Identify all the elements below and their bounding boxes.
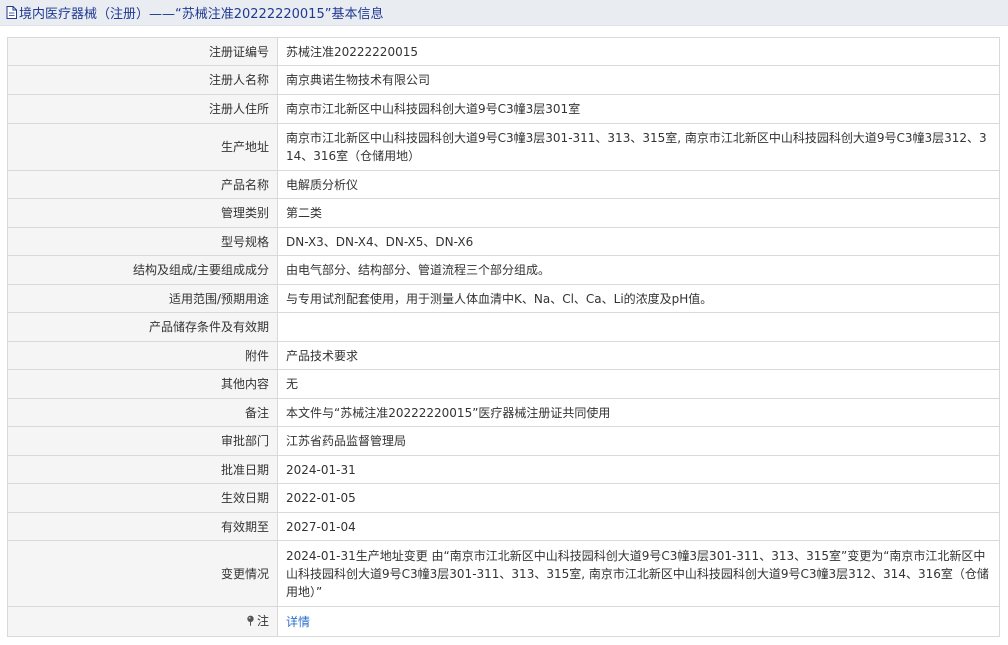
table-row: 注册人住所 南京市江北新区中山科技园科创大道9号C3幢3层301室 (7, 94, 1000, 124)
row-value: 2024-01-31生产地址变更 由“南京市江北新区中山科技园科创大道9号C3幢… (277, 540, 1000, 607)
table-row: 适用范围/预期用途 与专用试剂配套使用，用于测量人体血清中K、Na、Cl、Ca、… (7, 284, 1000, 313)
table-row: 附件 产品技术要求 (7, 341, 1000, 370)
row-label: 产品名称 (7, 170, 278, 199)
row-value: 由电气部分、结构部分、管道流程三个部分组成。 (277, 255, 1000, 285)
row-value: 产品技术要求 (277, 341, 1000, 370)
document-icon (6, 6, 17, 19)
note-label-text: 注 (256, 613, 269, 628)
table-row: 产品储存条件及有效期 (7, 312, 1000, 342)
details-link[interactable]: 详情 (286, 615, 310, 629)
row-label: 产品储存条件及有效期 (7, 312, 278, 342)
row-label: 审批部门 (7, 426, 278, 456)
row-value: 2022-01-05 (277, 483, 1000, 513)
row-value: 苏械注准20222220015 (277, 37, 1000, 66)
row-label: 型号规格 (7, 227, 278, 256)
row-label: 生效日期 (7, 483, 278, 513)
row-value: 南京市江北新区中山科技园科创大道9号C3幢3层301室 (277, 94, 1000, 124)
table-row: 注册人名称 南京典诺生物技术有限公司 (7, 65, 1000, 95)
table-row: 结构及组成/主要组成成分 由电气部分、结构部分、管道流程三个部分组成。 (7, 255, 1000, 285)
table-row: 其他内容 无 (7, 369, 1000, 399)
table-row: 有效期至 2027-01-04 (7, 512, 1000, 541)
row-value: 本文件与“苏械注准20222220015”医疗器械注册证共同使用 (277, 398, 1000, 427)
note-label-cell: 注 (7, 606, 278, 637)
table-row: 审批部门 江苏省药品监督管理局 (7, 426, 1000, 456)
row-value: 无 (277, 369, 1000, 399)
row-value: DN-X3、DN-X4、DN-X5、DN-X6 (277, 227, 1000, 256)
row-label: 注册证编号 (7, 37, 278, 66)
row-label: 附件 (7, 341, 278, 370)
row-value (277, 312, 1000, 342)
row-label: 有效期至 (7, 512, 278, 541)
page-title: 境内医疗器械（注册）——“苏械注准20222220015”基本信息 (19, 7, 384, 22)
note-label: 注 (246, 612, 269, 630)
row-value: 第二类 (277, 198, 1000, 228)
table-row: 注册证编号 苏械注准20222220015 (7, 37, 1000, 66)
row-value: 南京市江北新区中山科技园科创大道9号C3幢3层301-311、313、315室,… (277, 123, 1000, 171)
table-row: 管理类别 第二类 (7, 198, 1000, 228)
row-label: 注册人名称 (7, 65, 278, 95)
row-label: 备注 (7, 398, 278, 427)
row-label: 适用范围/预期用途 (7, 284, 278, 313)
row-label: 生产地址 (7, 123, 278, 171)
row-value: 2027-01-04 (277, 512, 1000, 541)
note-value: 详情 (277, 606, 1000, 637)
row-label: 变更情况 (7, 540, 278, 607)
pin-icon (246, 615, 255, 627)
row-value: 与专用试剂配套使用，用于测量人体血清中K、Na、Cl、Ca、Li的浓度及pH值。 (277, 284, 1000, 313)
row-label: 批准日期 (7, 455, 278, 484)
row-value: 江苏省药品监督管理局 (277, 426, 1000, 456)
row-value: 南京典诺生物技术有限公司 (277, 65, 1000, 95)
table-row: 生产地址 南京市江北新区中山科技园科创大道9号C3幢3层301-311、313、… (7, 123, 1000, 171)
table-row: 批准日期 2024-01-31 (7, 455, 1000, 484)
row-value: 电解质分析仪 (277, 170, 1000, 199)
row-label: 结构及组成/主要组成成分 (7, 255, 278, 285)
table-row: 变更情况 2024-01-31生产地址变更 由“南京市江北新区中山科技园科创大道… (7, 540, 1000, 607)
row-label: 其他内容 (7, 369, 278, 399)
registration-info-table: 注册证编号 苏械注准20222220015 注册人名称 南京典诺生物技术有限公司… (7, 37, 1000, 637)
table-row: 型号规格 DN-X3、DN-X4、DN-X5、DN-X6 (7, 227, 1000, 256)
table-row-note: 注 详情 (7, 606, 1000, 637)
table-row: 产品名称 电解质分析仪 (7, 170, 1000, 199)
row-label: 注册人住所 (7, 94, 278, 124)
row-value: 2024-01-31 (277, 455, 1000, 484)
row-label: 管理类别 (7, 198, 278, 228)
table-row: 生效日期 2022-01-05 (7, 483, 1000, 513)
page-title-bar: 境内医疗器械（注册）——“苏械注准20222220015”基本信息 (0, 0, 1008, 26)
table-row: 备注 本文件与“苏械注准20222220015”医疗器械注册证共同使用 (7, 398, 1000, 427)
